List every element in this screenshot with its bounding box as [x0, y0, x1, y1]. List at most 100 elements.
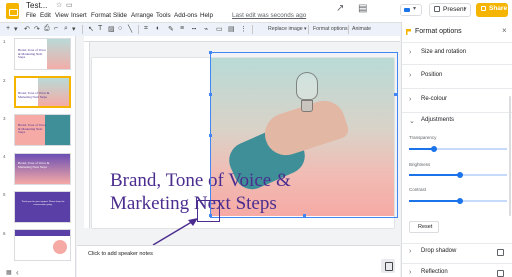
panel-divider [402, 88, 512, 89]
text-box-icon[interactable]: T [98, 25, 102, 32]
slider-thumb[interactable] [456, 198, 463, 204]
chevron-down-icon: ⌄ [409, 118, 415, 125]
menu-format[interactable]: Format [91, 12, 111, 19]
comment-icon[interactable]: ▤ [358, 3, 367, 14]
document-title[interactable]: Test... [26, 1, 47, 10]
last-edit-link[interactable]: Last edit was seconds ago [232, 12, 306, 19]
lock-icon [481, 6, 486, 11]
slides-logo-icon[interactable] [6, 3, 19, 19]
present-button[interactable]: Present ▾ [429, 3, 471, 17]
section-drop-shadow[interactable]: › Drop shadow [402, 246, 512, 260]
slide-thumbnail-2[interactable]: Brand, Tone of Voice & Marketing Next St… [14, 76, 71, 108]
chevron-right-icon: › [409, 49, 412, 56]
slide-thumbnail-6[interactable] [14, 229, 71, 261]
menu-insert[interactable]: Insert [71, 12, 87, 19]
menu-slide[interactable]: Slide [113, 12, 127, 19]
chevron-down-icon[interactable]: ▾ [14, 25, 18, 33]
grid-view-icon[interactable]: ▦ [6, 269, 12, 276]
alt-text-icon[interactable]: ▭ [216, 25, 223, 33]
panel-scrollbar[interactable] [509, 96, 511, 216]
border-dash-icon[interactable]: ┅ [192, 25, 196, 33]
section-position[interactable]: › Position [402, 70, 512, 84]
section-label: Drop shadow [421, 248, 457, 254]
line-icon[interactable]: ╲ [128, 25, 132, 33]
contrast-slider[interactable] [409, 198, 507, 204]
format-options-button[interactable]: Format options [313, 26, 348, 32]
animate-button[interactable]: Animate [352, 26, 371, 32]
thumb-title: Brand, Tone of Voice & Marketing Next St… [18, 123, 46, 135]
menu-addons[interactable]: Add-ons [174, 12, 197, 19]
print-icon[interactable]: ⎙ [44, 25, 50, 33]
resize-handle[interactable] [303, 214, 306, 217]
slide-thumbnail-5[interactable]: Thank you for your support. Please keep … [14, 191, 71, 223]
section-recolour[interactable]: › Re-colour [402, 94, 512, 108]
menu-help[interactable]: Help [200, 12, 213, 19]
format-icon [406, 29, 411, 35]
section-adjustments[interactable]: ⌄ Adjustments [402, 115, 512, 129]
resize-handle[interactable] [209, 51, 212, 54]
slide-filmstrip: 1 Brand, Tone of Voice & Marketing Next … [0, 36, 76, 277]
section-size-and-rotation[interactable]: › Size and rotation [402, 47, 512, 61]
star-icon[interactable]: ☆ [56, 1, 62, 9]
format-options-panel: Format options × › Size and rotation › P… [401, 22, 512, 277]
menu-arrange[interactable]: Arrange [131, 12, 153, 19]
collapse-filmstrip-icon[interactable]: ‹ [16, 268, 19, 277]
share-button[interactable]: Share [476, 3, 508, 17]
paint-format-icon[interactable]: ⌐ [54, 25, 58, 32]
speaker-notes[interactable]: Click to add speaker notes [77, 245, 400, 277]
close-icon[interactable]: × [502, 26, 507, 35]
slide-thumbnail-1[interactable]: Brand, Tone of Voice & Marketing Next St… [14, 38, 71, 70]
thumb-body: Thank you for your support. Please keep … [21, 201, 65, 206]
resize-handle[interactable] [209, 93, 212, 96]
toolbar-divider [348, 25, 349, 34]
more-icon[interactable]: ⋮ [240, 25, 247, 33]
border-weight-icon[interactable]: ≡ [180, 25, 184, 32]
chevron-down-icon[interactable]: ▾ [72, 25, 76, 33]
undo-icon[interactable]: ↶ [24, 25, 30, 33]
transparency-slider[interactable] [409, 146, 507, 152]
redo-icon[interactable]: ↷ [34, 25, 40, 33]
reset-button[interactable]: Reset [409, 221, 439, 233]
transparency-label: Transparency [409, 135, 437, 140]
section-label: Re-colour [421, 96, 448, 102]
section-reflection[interactable]: › Reflection [402, 267, 512, 277]
slider-thumb[interactable] [430, 146, 437, 152]
slider-thumb[interactable] [456, 172, 463, 178]
explore-icon[interactable] [381, 259, 395, 273]
shape-icon[interactable]: ○ [118, 25, 122, 32]
move-to-folder-icon[interactable]: ▭ [66, 1, 73, 9]
image-selection-box[interactable] [209, 51, 398, 218]
resize-handle[interactable] [209, 134, 212, 137]
activity-icon[interactable]: ↗ [336, 3, 344, 14]
contrast-label: Contrast [409, 187, 427, 192]
slide-thumbnail-3[interactable]: Brand, Tone of Voice & Marketing Next St… [14, 114, 71, 146]
thumb-title: Brand, Tone of Voice & Marketing Next St… [18, 161, 50, 169]
border-color-icon[interactable]: ✎ [168, 25, 174, 33]
menu-file[interactable]: File [26, 12, 36, 19]
menu-edit[interactable]: Edit [40, 12, 51, 19]
slide-thumbnail-4[interactable]: Brand, Tone of Voice & Marketing Next St… [14, 153, 71, 185]
meet-button[interactable]: ▾ [400, 4, 422, 16]
select-icon[interactable]: ↖ [88, 25, 94, 33]
crop-icon[interactable]: ⌗ [144, 25, 148, 33]
panel-divider [402, 64, 512, 65]
chevron-down-icon[interactable]: ▾ [464, 6, 467, 12]
mask-image-icon[interactable]: ◐ [156, 25, 160, 32]
new-slide-icon[interactable]: + [6, 25, 10, 32]
slide-number: 4 [3, 154, 6, 159]
brightness-slider[interactable] [409, 172, 507, 178]
drop-shadow-checkbox[interactable] [497, 249, 504, 256]
reflection-checkbox[interactable] [497, 270, 504, 277]
share-label: Share [489, 5, 508, 12]
menu-view[interactable]: View [55, 12, 69, 19]
menu-tools[interactable]: Tools [156, 12, 171, 19]
resize-handle[interactable] [394, 93, 397, 96]
section-label: Size and rotation [421, 49, 467, 55]
chevron-right-icon: › [409, 72, 412, 79]
slide-number: 6 [3, 231, 6, 236]
link-icon[interactable]: ⌁ [204, 25, 208, 33]
zoom-icon[interactable]: ⌕ [64, 25, 68, 33]
replace-image-button[interactable]: Replace image ▾ [268, 26, 307, 32]
comment-add-icon[interactable]: ▤ [228, 25, 235, 33]
image-icon[interactable]: ▨ [108, 25, 115, 33]
